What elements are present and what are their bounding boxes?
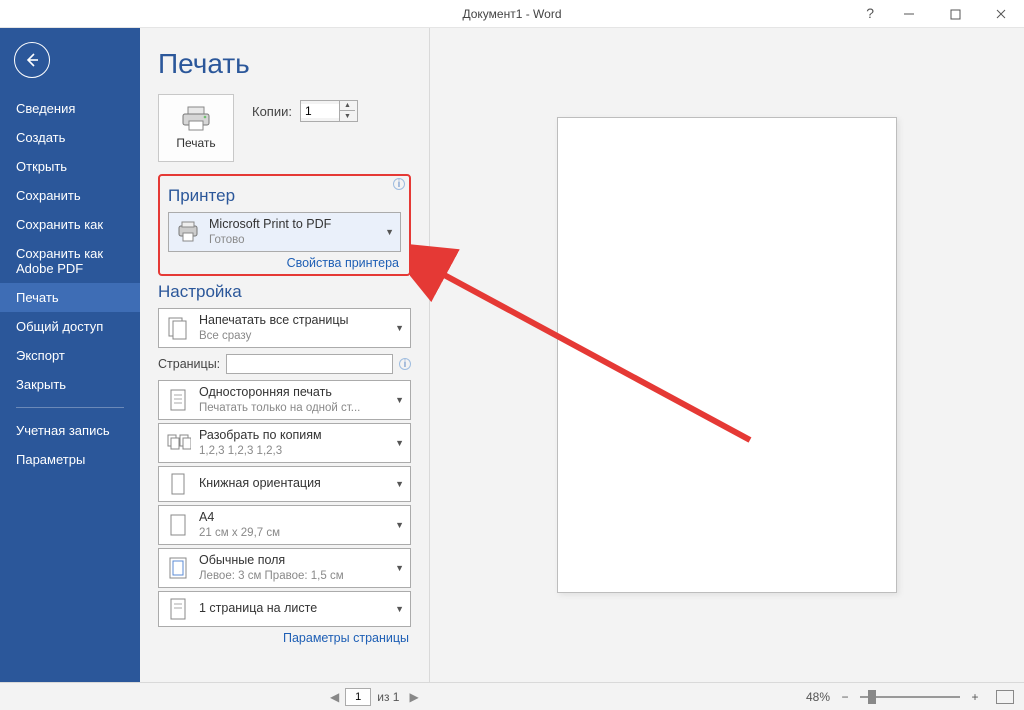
chevron-down-icon: ▼ <box>395 395 404 405</box>
window-controls <box>886 0 1024 28</box>
collate-icon <box>165 430 191 456</box>
chevron-down-icon: ▼ <box>395 479 404 489</box>
sidebar-item-saveas[interactable]: Сохранить как <box>0 210 140 239</box>
copies-down[interactable]: ▼ <box>340 111 355 121</box>
paper-size-dropdown[interactable]: A4 21 см x 29,7 см ▼ <box>158 505 411 545</box>
printer-highlight-box: Принтер i Microsoft Print to PDF Готово … <box>158 174 411 276</box>
pages-label: Страницы: <box>158 357 220 371</box>
collate-sub: 1,2,3 1,2,3 1,2,3 <box>199 444 387 458</box>
printer-properties-link[interactable]: Свойства принтера <box>287 256 399 270</box>
window-title: Документ1 - Word <box>462 7 561 21</box>
collate-title: Разобрать по копиям <box>199 428 387 444</box>
pages-info-icon[interactable]: i <box>399 358 411 370</box>
sidebar-item-account[interactable]: Учетная запись <box>0 416 140 445</box>
printer-info-icon[interactable]: i <box>393 178 405 190</box>
page-count-label: из 1 <box>377 690 399 704</box>
sidebar-item-export[interactable]: Экспорт <box>0 341 140 370</box>
print-range-dropdown[interactable]: Напечатать все страницы Все сразу ▼ <box>158 308 411 348</box>
chevron-down-icon: ▼ <box>395 563 404 573</box>
sidebar-item-saveas-pdf[interactable]: Сохранить как Adobe PDF <box>0 239 140 283</box>
sidebar-item-print[interactable]: Печать <box>0 283 140 312</box>
zoom-in-button[interactable]: + <box>968 690 982 704</box>
minimize-button[interactable] <box>886 0 932 28</box>
copies-input[interactable] <box>301 104 339 118</box>
margins-dropdown[interactable]: Обычные поля Левое: 3 см Правое: 1,5 см … <box>158 548 411 588</box>
back-button[interactable] <box>14 42 50 78</box>
sidebar-separator <box>16 407 124 408</box>
printer-name: Microsoft Print to PDF <box>209 217 377 233</box>
paper-sub: 21 см x 29,7 см <box>199 526 387 540</box>
zoom-slider[interactable] <box>860 696 960 698</box>
copies-up[interactable]: ▲ <box>340 101 355 111</box>
printer-dropdown[interactable]: Microsoft Print to PDF Готово ▼ <box>168 212 401 252</box>
margins-sub: Левое: 3 см Правое: 1,5 см <box>199 569 387 583</box>
print-range-sub: Все сразу <box>199 329 387 343</box>
chevron-down-icon: ▼ <box>395 438 404 448</box>
title-bar: Документ1 - Word ? <box>0 0 1024 28</box>
print-button-label: Печать <box>176 136 215 150</box>
paper-title: A4 <box>199 510 387 526</box>
sides-sub: Печатать только на одной ст... <box>199 401 387 415</box>
chevron-down-icon: ▼ <box>395 323 404 333</box>
pages-icon <box>165 315 191 341</box>
sidebar-item-open[interactable]: Открыть <box>0 152 140 181</box>
help-icon[interactable]: ? <box>866 5 874 21</box>
zoom-out-button[interactable]: − <box>838 690 852 704</box>
prev-page-button[interactable]: ◀ <box>326 690 343 704</box>
orientation-title: Книжная ориентация <box>199 476 387 492</box>
sidebar-item-info[interactable]: Сведения <box>0 94 140 123</box>
printer-device-icon <box>175 219 201 245</box>
copies-label: Копии: <box>252 104 292 119</box>
margins-icon <box>165 555 191 581</box>
print-settings-panel: Печать Печать Копии: <box>140 28 430 682</box>
preview-page <box>557 117 897 593</box>
one-sided-icon <box>165 387 191 413</box>
sidebar-item-new[interactable]: Создать <box>0 123 140 152</box>
page-setup-link[interactable]: Параметры страницы <box>283 631 409 645</box>
sidebar-item-save[interactable]: Сохранить <box>0 181 140 210</box>
collate-dropdown[interactable]: Разобрать по копиям 1,2,3 1,2,3 1,2,3 ▼ <box>158 423 411 463</box>
pages-per-sheet-dropdown[interactable]: 1 страница на листе ▼ <box>158 591 411 627</box>
zoom-controls: 48% − + <box>806 690 1014 704</box>
print-button[interactable]: Печать <box>158 94 234 162</box>
close-button[interactable] <box>978 0 1024 28</box>
per-sheet-icon <box>165 596 191 622</box>
chevron-down-icon: ▼ <box>395 520 404 530</box>
zoom-level: 48% <box>806 690 830 704</box>
backstage-sidebar: Сведения Создать Открыть Сохранить Сохра… <box>0 28 140 682</box>
printer-icon <box>180 106 212 132</box>
settings-section-header: Настройка <box>158 282 411 302</box>
status-bar: ◀ из 1 ▶ 48% − + <box>0 682 1024 710</box>
pages-input[interactable] <box>226 354 393 374</box>
copies-spinner[interactable]: ▲ ▼ <box>300 100 358 122</box>
page-navigator: ◀ из 1 ▶ <box>326 688 423 706</box>
paper-icon <box>165 512 191 538</box>
printer-section-header: Принтер <box>168 186 401 206</box>
sides-dropdown[interactable]: Односторонняя печать Печатать только на … <box>158 380 411 420</box>
printer-status: Готово <box>209 233 377 247</box>
sidebar-item-close[interactable]: Закрыть <box>0 370 140 399</box>
page-title: Печать <box>158 48 411 80</box>
print-range-title: Напечатать все страницы <box>199 313 387 329</box>
per-sheet-title: 1 страница на листе <box>199 601 387 617</box>
chevron-down-icon: ▼ <box>385 227 394 237</box>
margins-title: Обычные поля <box>199 553 387 569</box>
sidebar-item-share[interactable]: Общий доступ <box>0 312 140 341</box>
chevron-down-icon: ▼ <box>395 604 404 614</box>
next-page-button[interactable]: ▶ <box>405 690 422 704</box>
page-number-input[interactable] <box>345 688 371 706</box>
portrait-icon <box>165 471 191 497</box>
print-preview-area <box>430 28 1024 682</box>
orientation-dropdown[interactable]: Книжная ориентация ▼ <box>158 466 411 502</box>
sidebar-item-options[interactable]: Параметры <box>0 445 140 474</box>
zoom-fit-button[interactable] <box>996 690 1014 704</box>
sides-title: Односторонняя печать <box>199 385 387 401</box>
maximize-button[interactable] <box>932 0 978 28</box>
